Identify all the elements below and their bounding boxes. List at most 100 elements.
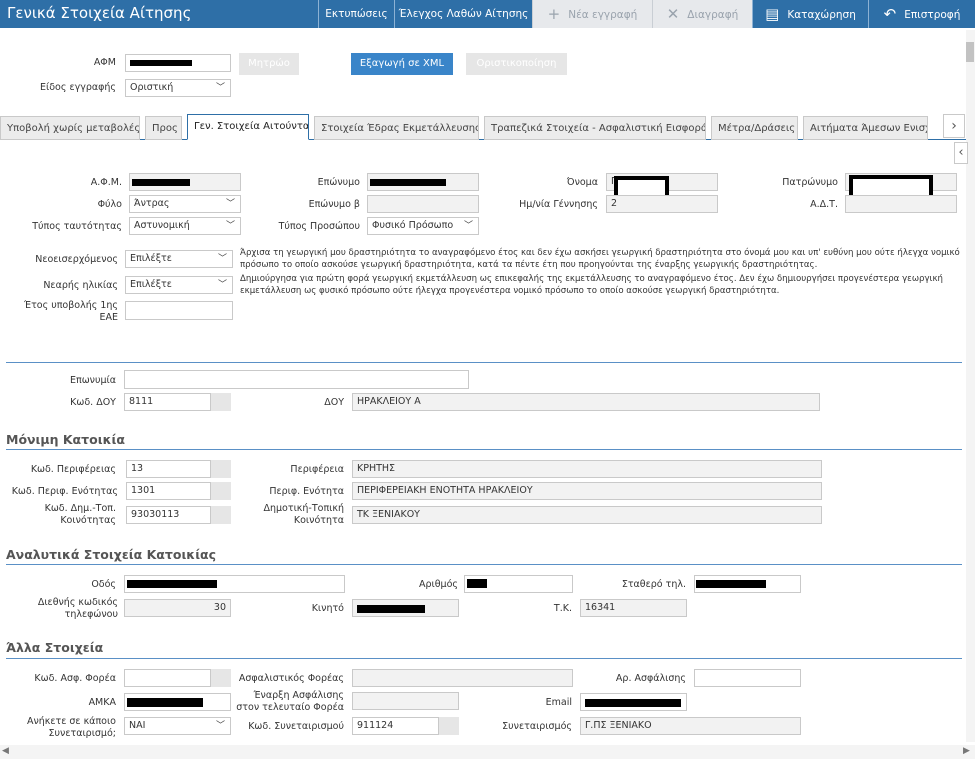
newcomer-note: Άρχισα τη γεωργική μου δραστηριότητα το …	[240, 248, 960, 270]
region-label: Περιφέρεια	[290, 464, 344, 475]
coop-lookup-button[interactable]	[439, 717, 459, 735]
redaction	[467, 579, 487, 588]
registry-button[interactable]: Μητρώο	[239, 53, 299, 75]
tabs-next-button[interactable]: ›	[943, 114, 965, 138]
tab-applicant-general[interactable]: Γεν. Στοιχεία Αιτούντα	[187, 114, 309, 140]
redaction	[127, 580, 217, 588]
print-button[interactable]: Εκτυπώσεις	[318, 0, 394, 28]
section-divider	[6, 362, 962, 363]
tab-holding-seat[interactable]: Στοιχεία Έδρας Εκμετάλλευσης	[314, 116, 479, 140]
person-type-select[interactable]: Φυσικό Πρόσωπο ﹀	[367, 217, 479, 235]
region-code-input[interactable]: 13	[126, 460, 211, 478]
id-type-label: Τύπος ταυτότητας	[32, 221, 122, 232]
coop-member-select[interactable]: ΝΑΙ ﹀	[124, 717, 231, 735]
afm-label: ΑΦΜ	[93, 57, 116, 68]
coop-label: Συνεταιρισμός	[502, 721, 572, 732]
scroll-left-icon[interactable]: ◀	[2, 746, 9, 756]
redaction	[357, 605, 425, 613]
insurance-number-label: Αρ. Ασφάλισης	[615, 673, 686, 684]
applicant-afm-input[interactable]	[129, 173, 241, 191]
undo-icon: ↶	[883, 5, 897, 23]
redaction	[696, 580, 766, 588]
coop-code-input[interactable]: 911124	[352, 717, 439, 735]
regional-unit-input[interactable]: ΠΕΡΙΦΕΡΕΙΑΚΗ ΕΝΟΤΗΤΑ ΗΡΑΚΛΕΙΟΥ	[352, 482, 822, 500]
submit-button[interactable]: ▤ Καταχώρηση	[752, 0, 868, 28]
afm-input[interactable]	[125, 54, 231, 72]
birthdate-input[interactable]: 2	[606, 195, 718, 213]
regional-unit-lookup-button[interactable]	[211, 482, 231, 500]
intl-code-input[interactable]: 30	[124, 599, 231, 617]
chevron-down-icon: ﹀	[217, 280, 227, 290]
insurance-start-label: Έναρξη Ασφάλισης στον τελευταίο Φορέα	[236, 690, 344, 713]
mobile-label: Κινητό	[311, 603, 344, 614]
scroll-right-icon[interactable]: ▶	[963, 746, 970, 756]
doy-code-label: Κωδ. ΔΟΥ	[70, 397, 116, 408]
young-farmer-select[interactable]: Επιλέξτε ﹀	[125, 276, 233, 294]
surname-b-label: Επώνυμο β	[308, 199, 360, 210]
amka-label: ΑΜΚΑ	[88, 697, 116, 708]
coop-member-label: Ανήκετε σε κάποιο Συνεταιρισμό;	[26, 716, 116, 739]
delete-button[interactable]: ✕ Διαγραφή	[652, 0, 752, 28]
other-section-title: Άλλα Στοιχεία	[6, 640, 104, 655]
insurance-number-input[interactable]	[694, 669, 801, 687]
export-xml-button[interactable]: Εξαγωγή σε XML	[351, 53, 453, 75]
street-input[interactable]	[124, 575, 345, 593]
community-code-input[interactable]: 93030113	[126, 506, 211, 524]
company-name-label: Επωνυμία	[69, 375, 116, 386]
company-name-input[interactable]	[124, 370, 469, 389]
region-input[interactable]: ΚΡΗΤΗΣ	[352, 460, 822, 478]
insurer-code-input[interactable]	[124, 669, 211, 687]
tab-to[interactable]: Προς	[145, 116, 182, 140]
doy-code-input[interactable]: 8111	[124, 393, 211, 411]
street-number-input[interactable]	[464, 575, 573, 593]
coop-input[interactable]: Γ.ΠΣ ΞΕΝΙΑΚΟ	[580, 717, 801, 735]
vertical-scrollbar[interactable]	[966, 30, 975, 742]
email-input[interactable]	[580, 693, 687, 711]
surname-input[interactable]	[367, 173, 479, 191]
tab-no-changes[interactable]: Υποβολή χωρίς μεταβολές	[0, 116, 140, 140]
new-record-button[interactable]: + Νέα εγγραφή	[532, 0, 652, 28]
community-input[interactable]: ΤΚ ΞΕΝΙΑΚΟΥ	[352, 506, 822, 524]
coop-code-label: Κωδ. Συνεταιρισμού	[248, 721, 344, 732]
doy-lookup-button[interactable]	[211, 393, 231, 411]
redaction	[127, 698, 203, 707]
chevron-down-icon: ﹀	[225, 199, 235, 209]
adt-input[interactable]	[845, 195, 957, 213]
redaction	[130, 60, 192, 66]
father-name-label: Πατρώνυμο	[782, 177, 838, 188]
finalize-button[interactable]: Οριστικοποίηση	[466, 53, 567, 75]
back-button[interactable]: ↶ Επιστροφή	[868, 0, 975, 28]
tab-direct-aid[interactable]: Αιτήματα Άμεσων Ενισχ	[803, 116, 928, 140]
section-divider	[6, 449, 962, 450]
page-title: Γενικά Στοιχεία Αίτησης	[7, 4, 192, 22]
error-check-button[interactable]: Έλεγχος Λαθών Αίτησης	[394, 0, 532, 28]
newcomer-select[interactable]: Επιλέξτε ﹀	[125, 250, 233, 268]
panel-toggle-button[interactable]: ‹	[954, 142, 968, 164]
doy-input[interactable]: ΗΡΑΚΛΕΙΟΥ Α	[352, 393, 820, 411]
tab-measures[interactable]: Μέτρα/Δράσεις	[711, 116, 798, 140]
first-eae-input[interactable]	[125, 301, 233, 320]
chevron-down-icon: ﹀	[217, 254, 227, 264]
id-type-select[interactable]: Αστυνομική ﹀	[129, 217, 241, 235]
entry-type-select[interactable]: Οριστική ﹀	[125, 79, 231, 97]
amka-input[interactable]	[124, 693, 231, 711]
region-lookup-button[interactable]	[211, 460, 231, 478]
insurance-start-input[interactable]	[352, 692, 459, 710]
community-lookup-button[interactable]	[211, 506, 231, 524]
mobile-input[interactable]	[352, 599, 459, 617]
gender-select[interactable]: Άντρας ﹀	[129, 195, 241, 213]
insurer-lookup-button[interactable]	[211, 669, 231, 687]
gender-label: Φύλο	[97, 199, 122, 210]
landline-input[interactable]	[694, 575, 801, 593]
horizontal-scrollbar[interactable]: ◀ ▶	[0, 745, 975, 759]
surname-b-input[interactable]	[367, 195, 479, 213]
newcomer-label: Νεοεισερχόμενος	[35, 254, 118, 265]
scrollbar-thumb[interactable]	[966, 42, 974, 62]
tab-bank-insurance[interactable]: Τραπεζικά Στοιχεία - Ασφαλιστική Εισφορά	[484, 116, 706, 140]
address-section-title: Αναλυτικά Στοιχεία Κατοικίας	[6, 547, 217, 562]
street-number-label: Αριθμός	[419, 579, 458, 590]
postcode-input[interactable]: 16341	[580, 599, 687, 617]
regional-unit-code-input[interactable]: 1301	[126, 482, 211, 500]
chevron-down-icon: ﹀	[463, 221, 473, 231]
insurer-input[interactable]	[352, 669, 573, 687]
